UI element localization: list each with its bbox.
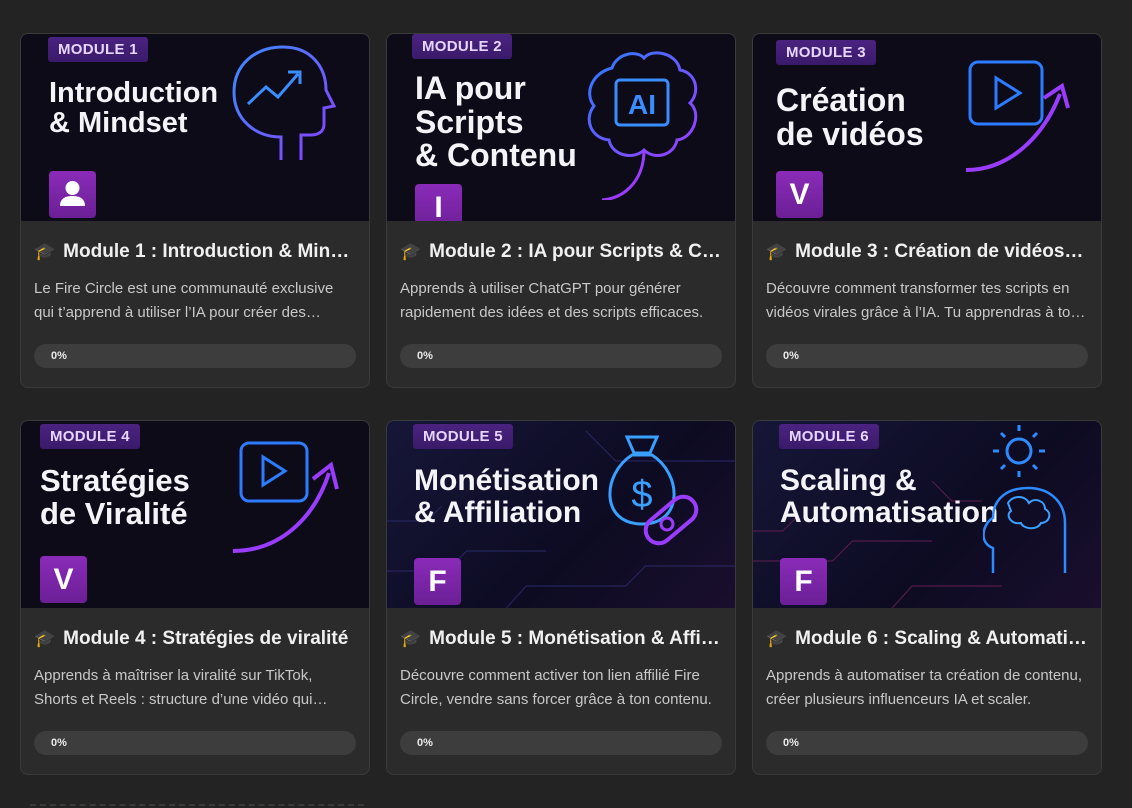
module-title-text: Module 5 : Monétisation & Affiliation (429, 628, 722, 649)
progress-value: 0% (417, 350, 433, 362)
module-description: Le Fire Circle est une communauté exclus… (34, 280, 334, 321)
brain-gear-icon (983, 425, 1067, 573)
badge: F (780, 558, 827, 605)
module-title-text: Module 4 : Stratégies de viralité (63, 628, 349, 649)
head-growth-icon (232, 45, 336, 160)
module-card-6[interactable]: MODULE 6 Scaling & Automatisation F 🎓 Mo… (752, 420, 1102, 775)
module-title-text: Module 1 : Introduction & Mindset (63, 241, 356, 262)
progress-bar: 0% (34, 731, 356, 755)
thumbnail-title: IA pour Scripts & Contenu (415, 70, 577, 174)
module-title[interactable]: 🎓 Module 6 : Scaling & Automatisation (766, 628, 1088, 650)
video-play-arrow-icon (965, 60, 1070, 172)
progress-value: 0% (51, 737, 67, 749)
module-thumbnail: MODULE 2 IA pour Scripts & Contenu AI I (387, 34, 735, 221)
svg-text:AI: AI (628, 89, 656, 120)
thumbnail-title: Introduction & Mindset (49, 77, 219, 140)
module-title-text: Module 2 : IA pour Scripts & Contenu (429, 241, 722, 262)
thumbnail-title: Création de vidéos (776, 82, 924, 152)
badge (49, 171, 96, 218)
module-thumbnail: MODULE 4 Stratégies de Viralité V (21, 421, 369, 608)
graduation-cap-icon: 🎓 (400, 242, 422, 261)
progress-value: 0% (417, 737, 433, 749)
progress-bar: 0% (400, 731, 722, 755)
module-description: Découvre comment transformer tes scripts… (766, 280, 1083, 321)
module-card-3[interactable]: MODULE 3 Création de vidéos V 🎓 Module 3… (752, 33, 1102, 388)
module-tag: MODULE 1 (48, 37, 148, 62)
badge: I (415, 184, 462, 221)
module-thumbnail: MODULE 5 Monétisation & Affiliation $ F (387, 421, 735, 608)
graduation-cap-icon: 🎓 (766, 242, 788, 261)
module-title[interactable]: 🎓 Module 1 : Introduction & Mindset (34, 241, 356, 263)
svg-text:$: $ (631, 474, 652, 516)
progress-bar: 0% (766, 731, 1088, 755)
module-tag: MODULE 2 (412, 34, 512, 59)
graduation-cap-icon: 🎓 (34, 629, 56, 648)
module-thumbnail: MODULE 3 Création de vidéos V (753, 34, 1101, 221)
ai-brain-icon: AI (587, 51, 698, 200)
module-description: Découvre comment activer ton lien affili… (400, 667, 712, 708)
progress-bar: 0% (34, 344, 356, 368)
module-title-text: Module 6 : Scaling & Automatisation (795, 628, 1088, 649)
module-tag: MODULE 5 (413, 424, 513, 449)
badge: V (776, 171, 823, 218)
thumbnail-title: Stratégies de Viralité (40, 463, 190, 531)
user-icon (60, 181, 85, 206)
module-title-text: Module 3 : Création de vidéos IA (795, 241, 1088, 262)
badge: V (40, 556, 87, 603)
progress-bar: 0% (400, 344, 722, 368)
progress-value: 0% (51, 350, 67, 362)
module-tag: MODULE 3 (776, 40, 876, 65)
thumbnail-title: Scaling & Automatisation (780, 464, 999, 529)
video-play-arrow-icon (232, 441, 339, 553)
graduation-cap-icon: 🎓 (34, 242, 56, 261)
module-thumbnail: MODULE 1 Introduction & Mindset (21, 34, 369, 221)
progress-value: 0% (783, 737, 799, 749)
module-card-5[interactable]: MODULE 5 Monétisation & Affiliation $ F … (386, 420, 736, 775)
divider (30, 804, 364, 808)
progress-value: 0% (783, 350, 799, 362)
module-description: Apprends à utiliser ChatGPT pour générer… (400, 280, 704, 321)
graduation-cap-icon: 🎓 (400, 629, 422, 648)
module-card-1[interactable]: MODULE 1 Introduction & Mindset 🎓 Module… (20, 33, 370, 388)
module-title[interactable]: 🎓 Module 2 : IA pour Scripts & Contenu (400, 241, 722, 263)
graduation-cap-icon: 🎓 (766, 629, 788, 648)
module-tag: MODULE 4 (40, 424, 140, 449)
module-title[interactable]: 🎓 Module 5 : Monétisation & Affiliation (400, 628, 722, 650)
module-title[interactable]: 🎓 Module 4 : Stratégies de viralité (34, 628, 356, 650)
progress-bar: 0% (766, 344, 1088, 368)
module-thumbnail: MODULE 6 Scaling & Automatisation F (753, 421, 1101, 608)
modules-grid: MODULE 1 Introduction & Mindset 🎓 Module… (20, 33, 1102, 775)
thumbnail-title: Monétisation & Affiliation (414, 464, 599, 529)
module-tag: MODULE 6 (779, 424, 879, 449)
module-card-2[interactable]: MODULE 2 IA pour Scripts & Contenu AI I … (386, 33, 736, 388)
module-description: Apprends à automatiser ta création de co… (766, 667, 1083, 708)
module-card-4[interactable]: MODULE 4 Stratégies de Viralité V 🎓 Modu… (20, 420, 370, 775)
module-description: Apprends à maîtriser la viralité sur Tik… (34, 667, 313, 708)
money-bag-icon: $ (608, 435, 699, 546)
module-title[interactable]: 🎓 Module 3 : Création de vidéos IA (766, 241, 1088, 263)
badge: F (414, 558, 461, 605)
